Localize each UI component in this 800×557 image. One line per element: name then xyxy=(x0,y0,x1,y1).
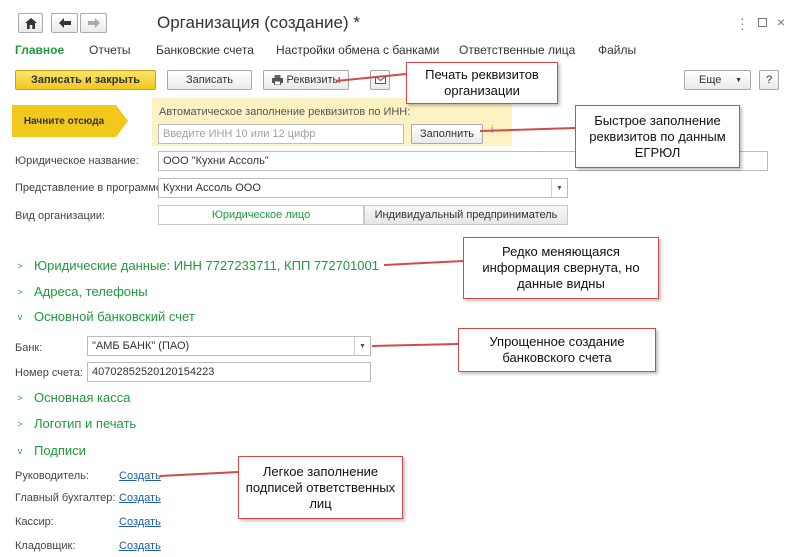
callout-quick-fill: Быстрое заполнение реквизитов по данным … xyxy=(575,105,740,168)
pointer-rarely xyxy=(383,260,464,266)
callout-bank: Упрощенное создание банковского счета xyxy=(458,328,656,372)
pointer-quick-fill xyxy=(479,127,576,132)
callout-signatures: Легкое заполнение подписей ответственных… xyxy=(238,456,403,519)
pointer-bank xyxy=(371,343,459,347)
pointer-signatures xyxy=(159,471,239,477)
callout-rarely: Редко меняющаяся информация свернута, но… xyxy=(463,237,659,299)
callout-print: Печать реквизитов организации xyxy=(406,62,558,104)
pointer-print xyxy=(335,73,407,82)
